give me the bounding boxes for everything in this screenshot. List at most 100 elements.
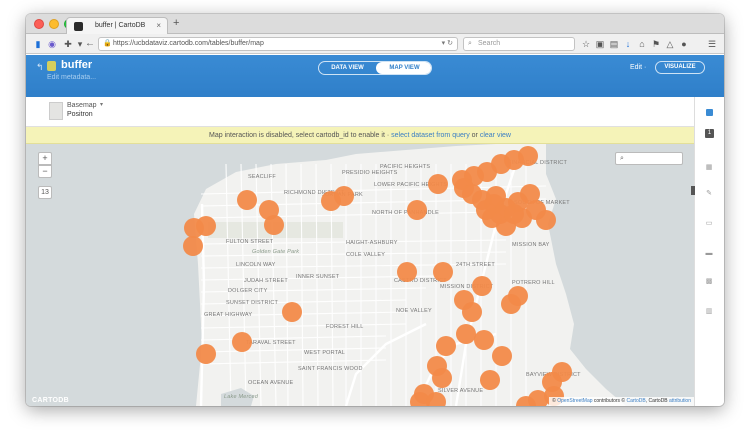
map-label: FOREST HILL: [326, 324, 364, 330]
chart-icon[interactable]: ▥: [701, 305, 717, 319]
navigation-bar: ▮ ◉ ✚ ▾ ← 🔒 https://ucbdataviz.cartodb.c…: [26, 34, 724, 54]
reload-icon[interactable]: ▾ ↻: [442, 38, 453, 50]
edit-menu-button[interactable]: Edit ·: [630, 64, 646, 71]
map-marker[interactable]: [183, 236, 203, 256]
map-marker[interactable]: [196, 344, 216, 364]
legend-icon[interactable]: ▩: [701, 275, 717, 289]
map-label: Golden Gate Park: [252, 249, 300, 255]
map-label: 24TH STREET: [456, 262, 495, 268]
map-canvas[interactable]: SEACLIFF PRESIDIO HEIGHTS PACIFIC HEIGHTS F…: [26, 144, 694, 406]
back-to-dashboard-icon[interactable]: ↰: [36, 62, 44, 73]
map-marker[interactable]: [472, 276, 492, 296]
map-marker[interactable]: [480, 370, 500, 390]
menu-icon[interactable]: ☰: [706, 38, 718, 50]
map-marker[interactable]: [397, 262, 417, 282]
layer-toggle-icon[interactable]: [706, 109, 713, 116]
map-marker[interactable]: [432, 368, 452, 388]
basemap-value[interactable]: Positron: [67, 111, 93, 118]
pocket-icon[interactable]: ✚: [62, 38, 74, 50]
sidebar-toggle-icon[interactable]: ▮: [32, 38, 44, 50]
map-marker[interactable]: [474, 330, 494, 350]
osm-link[interactable]: OpenStreetMap: [557, 398, 592, 404]
tab-title: buffer | CartoDB: [95, 22, 146, 29]
panel-tab-handle[interactable]: [691, 186, 695, 195]
share-icon[interactable]: ⚑: [650, 38, 662, 50]
map-marker[interactable]: [407, 200, 427, 220]
css-icon[interactable]: ▬: [701, 247, 717, 261]
map-label: INNER SUNSET: [296, 274, 340, 280]
edit-metadata-link[interactable]: Edit metadata...: [47, 74, 96, 81]
table-title[interactable]: buffer: [61, 59, 92, 71]
zoom-level-indicator: 13: [38, 186, 52, 199]
data-view-tab[interactable]: DATA VIEW: [319, 62, 376, 74]
bookmark-star-icon[interactable]: ☆: [580, 38, 592, 50]
map-label: GREAT HIGHWAY: [204, 312, 253, 318]
search-icon: ⌕: [468, 40, 472, 47]
map-marker[interactable]: [456, 324, 476, 344]
browser-window: buffer | CartoDB × + ▮ ◉ ✚ ▾ ← 🔒 https:/…: [26, 14, 724, 406]
map-marker[interactable]: [508, 286, 528, 306]
map-marker[interactable]: [462, 302, 482, 322]
map-marker[interactable]: [492, 346, 512, 366]
map-marker[interactable]: [237, 190, 257, 210]
map-label: PRESIDIO HEIGHTS: [342, 170, 398, 176]
privacy-lock-icon[interactable]: [47, 61, 56, 71]
map-search-box[interactable]: ⌕: [615, 152, 683, 165]
back-button-icon[interactable]: ←: [84, 38, 96, 50]
map-marker[interactable]: [426, 392, 446, 406]
attribution-link[interactable]: attribution: [669, 398, 691, 404]
map-marker[interactable]: [536, 210, 556, 230]
close-tab-icon[interactable]: ×: [156, 21, 161, 30]
map-marker[interactable]: [196, 216, 216, 236]
close-window-button[interactable]: [34, 19, 44, 29]
cartodb-logo: CARTODB: [32, 397, 69, 404]
extension-icon[interactable]: ◉: [46, 38, 58, 50]
basemap-thumbnail[interactable]: [49, 102, 63, 120]
map-label: TARAVAL STREET: [246, 340, 296, 346]
url-text: https://ucbdataviz.cartodb.com/tables/bu…: [113, 40, 264, 47]
alert-icon[interactable]: △: [664, 38, 676, 50]
map-marker[interactable]: [518, 146, 538, 166]
map-marker[interactable]: [282, 302, 302, 322]
map-marker[interactable]: [232, 332, 252, 352]
new-tab-button[interactable]: +: [173, 17, 179, 29]
zoom-in-button[interactable]: +: [38, 152, 52, 165]
map-view-tab[interactable]: MAP VIEW: [376, 62, 431, 74]
interaction-notice: Map interaction is disabled, select cart…: [26, 127, 694, 144]
search-bar[interactable]: ⌕ Search: [463, 37, 575, 51]
map-label: COLE VALLEY: [346, 252, 386, 258]
reading-list-icon[interactable]: ▣: [594, 38, 606, 50]
sql-icon[interactable]: ✎: [701, 187, 717, 201]
layer-count[interactable]: 1: [705, 129, 714, 138]
map-label: MISSION BAY: [512, 242, 550, 248]
map-marker[interactable]: [264, 215, 284, 235]
notice-or: or: [469, 132, 480, 139]
map-marker[interactable]: [428, 174, 448, 194]
home-icon[interactable]: ⌂: [636, 38, 648, 50]
select-dataset-link[interactable]: select dataset from query: [391, 132, 470, 139]
infowindow-icon[interactable]: ▭: [701, 217, 717, 231]
download-icon[interactable]: ↓: [622, 38, 634, 50]
minimize-window-button[interactable]: [49, 19, 59, 29]
chevron-down-icon[interactable]: ▾: [100, 101, 103, 108]
map-marker[interactable]: [504, 204, 524, 224]
cartodb-link[interactable]: CartoDB: [627, 398, 646, 404]
map-label: NORTH OF PANHANDLE: [372, 210, 439, 216]
map-marker[interactable]: [436, 336, 456, 356]
wizard-icon[interactable]: ▦: [701, 161, 717, 175]
view-toggle: DATA VIEW MAP VIEW: [318, 61, 432, 75]
basemap-bar: Basemap Positron ▾: [26, 97, 694, 127]
url-bar[interactable]: 🔒 https://ucbdataviz.cartodb.com/tables/…: [98, 37, 458, 51]
map-marker[interactable]: [334, 186, 354, 206]
map-marker[interactable]: [433, 262, 453, 282]
right-sidebar: 1 ▦ ✎ ▭ ▬ ▩ ▥: [691, 97, 724, 406]
clipboard-icon[interactable]: ▤: [608, 38, 620, 50]
visualize-button[interactable]: VISUALIZE: [655, 61, 705, 74]
map-marker[interactable]: [486, 186, 506, 206]
basemap-label: Basemap: [67, 102, 97, 109]
map-label: JUDAH STREET: [244, 278, 288, 284]
chat-icon[interactable]: ●: [678, 38, 690, 50]
zoom-out-button[interactable]: −: [38, 165, 52, 178]
clear-view-link[interactable]: clear view: [480, 132, 511, 139]
browser-tab[interactable]: buffer | CartoDB ×: [66, 17, 168, 34]
